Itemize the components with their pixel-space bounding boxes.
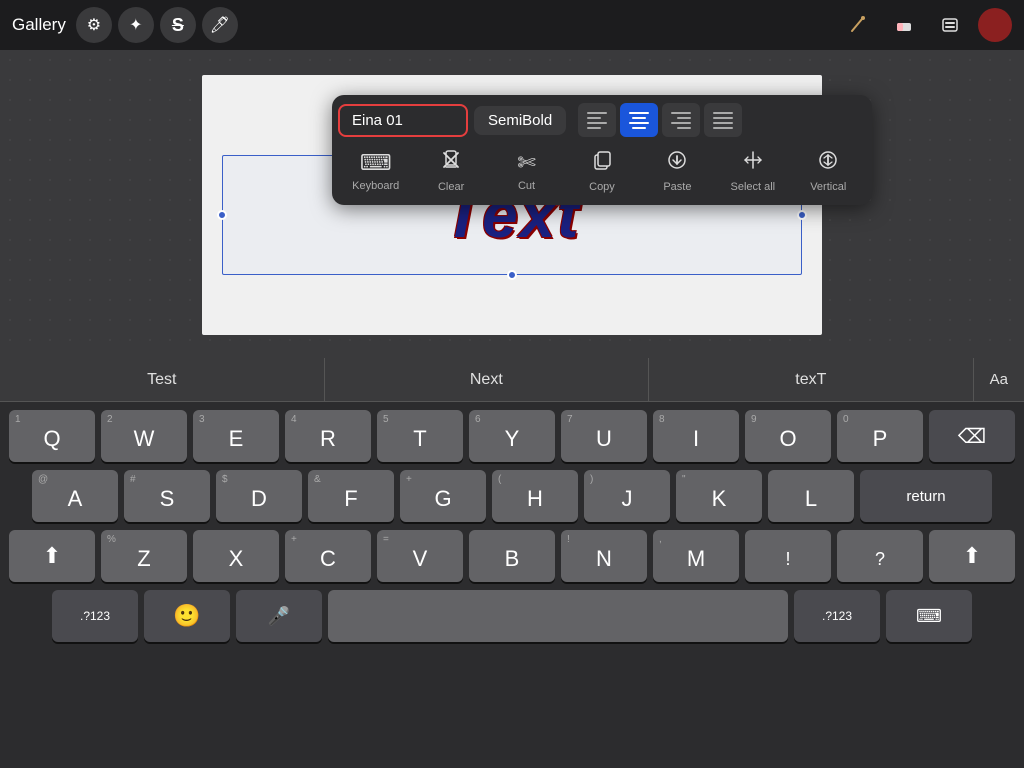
key-l[interactable]: L (768, 470, 854, 522)
top-bar-right (840, 7, 1012, 43)
clear-action[interactable]: Clear (421, 145, 481, 197)
alignment-buttons (578, 103, 742, 137)
keyboard-action-icon: ⌨ (360, 150, 392, 176)
vertical-action-icon (817, 149, 839, 177)
cut-action-icon: ✄ (517, 150, 535, 176)
select-all-action-icon (742, 149, 764, 177)
autocomplete-aa[interactable]: Aa (974, 371, 1024, 388)
key-o[interactable]: 9 O (745, 410, 831, 462)
copy-action-label: Copy (589, 181, 615, 193)
copy-action[interactable]: Copy (572, 145, 632, 197)
top-bar-tools: ⚙ ✦ S 🖊 (76, 7, 238, 43)
handle-bottom[interactable] (507, 270, 517, 280)
return-key[interactable]: return (860, 470, 992, 522)
gallery-button[interactable]: Gallery (12, 15, 66, 35)
cut-action[interactable]: ✄ Cut (497, 146, 557, 196)
key-k[interactable]: " K (676, 470, 762, 522)
brush-icon[interactable]: 🖊 (202, 7, 238, 43)
autocomplete-bar: Test Next texT Aa (0, 358, 1024, 402)
paste-action[interactable]: Paste (647, 145, 707, 197)
toolbar-popover: Eina 01 SemiBold (332, 95, 872, 205)
vertical-action[interactable]: Vertical (798, 145, 858, 197)
font-weight-selector[interactable]: SemiBold (474, 106, 566, 135)
autocomplete-test[interactable]: Test (0, 358, 325, 401)
key-row-bottom: .?123 🙂 🎤 .?123 ⌨ (4, 590, 1020, 642)
key-row-2: @ A # S $ D & F + G ( H (4, 470, 1020, 522)
canvas-area: Eina 01 SemiBold (0, 50, 1024, 360)
mic-key[interactable]: 🎤 (236, 590, 322, 642)
keyboard-icon-key[interactable]: ⌨ (886, 590, 972, 642)
key-m[interactable]: , M (653, 530, 739, 582)
key-e[interactable]: 3 E (193, 410, 279, 462)
align-center-button[interactable] (620, 103, 658, 137)
key-row-3: ⬆ % Z X + C = V B ! N (4, 530, 1020, 582)
magic-icon[interactable]: ✦ (118, 7, 154, 43)
toolbar-row2: ⌨ Keyboard Clear ✄ Cut (338, 145, 866, 197)
top-bar: Gallery ⚙ ✦ S 🖊 (0, 0, 1024, 50)
eraser-icon[interactable] (886, 7, 922, 43)
key-n[interactable]: ! N (561, 530, 647, 582)
autocomplete-text[interactable]: texT (649, 358, 974, 401)
layers-icon[interactable] (932, 7, 968, 43)
shift-right-key[interactable]: ⬆ (929, 530, 1015, 582)
key-p[interactable]: 0 P (837, 410, 923, 462)
font-name-label: Eina 01 (352, 112, 403, 129)
pen-icon[interactable] (840, 7, 876, 43)
key-w[interactable]: 2 W (101, 410, 187, 462)
align-right-button[interactable] (662, 103, 700, 137)
canvas-paper: Eina 01 SemiBold (202, 75, 822, 335)
key-g[interactable]: + G (400, 470, 486, 522)
key-period[interactable]: ! (745, 530, 831, 582)
handle-left[interactable] (217, 210, 227, 220)
align-justify-button[interactable] (704, 103, 742, 137)
clear-action-label: Clear (438, 181, 464, 193)
vertical-action-label: Vertical (810, 181, 846, 193)
key-u[interactable]: 7 U (561, 410, 647, 462)
handle-right[interactable] (797, 210, 807, 220)
keyboard-action-label: Keyboard (352, 180, 399, 192)
key-j[interactable]: ) J (584, 470, 670, 522)
key-y[interactable]: 6 Y (469, 410, 555, 462)
key-x[interactable]: X (193, 530, 279, 582)
numbers-right-key[interactable]: .?123 (794, 590, 880, 642)
avatar[interactable] (978, 8, 1012, 42)
wrench-icon[interactable]: ⚙ (76, 7, 112, 43)
key-question[interactable]: ? (837, 530, 923, 582)
clear-action-icon (440, 149, 462, 177)
keyboard-area: Test Next texT Aa 1 Q 2 W 3 E (0, 358, 1024, 768)
key-q[interactable]: 1 Q (9, 410, 95, 462)
shift-left-key[interactable]: ⬆ (9, 530, 95, 582)
select-all-action[interactable]: Select all (723, 145, 783, 197)
numbers-left-key[interactable]: .?123 (52, 590, 138, 642)
key-a[interactable]: @ A (32, 470, 118, 522)
key-c[interactable]: + C (285, 530, 371, 582)
autocomplete-next[interactable]: Next (325, 358, 650, 401)
space-key[interactable] (328, 590, 788, 642)
cut-action-label: Cut (518, 180, 535, 192)
key-d[interactable]: $ D (216, 470, 302, 522)
align-left-button[interactable] (578, 103, 616, 137)
key-v[interactable]: = V (377, 530, 463, 582)
key-h[interactable]: ( H (492, 470, 578, 522)
key-b[interactable]: B (469, 530, 555, 582)
keyboard-rows: 1 Q 2 W 3 E 4 R 5 T 6 Y (0, 402, 1024, 642)
paste-action-label: Paste (663, 181, 691, 193)
copy-action-icon (591, 149, 613, 177)
select-all-action-label: Select all (730, 181, 775, 193)
backspace-key[interactable]: ⌫ (929, 410, 1015, 462)
font-name-selector[interactable]: Eina 01 (338, 104, 468, 137)
key-t[interactable]: 5 T (377, 410, 463, 462)
key-f[interactable]: & F (308, 470, 394, 522)
emoji-key[interactable]: 🙂 (144, 590, 230, 642)
paste-action-icon (666, 149, 688, 177)
key-r[interactable]: 4 R (285, 410, 371, 462)
key-s[interactable]: # S (124, 470, 210, 522)
key-i[interactable]: 8 I (653, 410, 739, 462)
font-weight-label: SemiBold (488, 112, 552, 129)
toolbar-row1: Eina 01 SemiBold (338, 103, 866, 137)
key-z[interactable]: % Z (101, 530, 187, 582)
keyboard-action[interactable]: ⌨ Keyboard (346, 146, 406, 196)
key-row-1: 1 Q 2 W 3 E 4 R 5 T 6 Y (4, 410, 1020, 462)
strikethrough-icon[interactable]: S (160, 7, 196, 43)
